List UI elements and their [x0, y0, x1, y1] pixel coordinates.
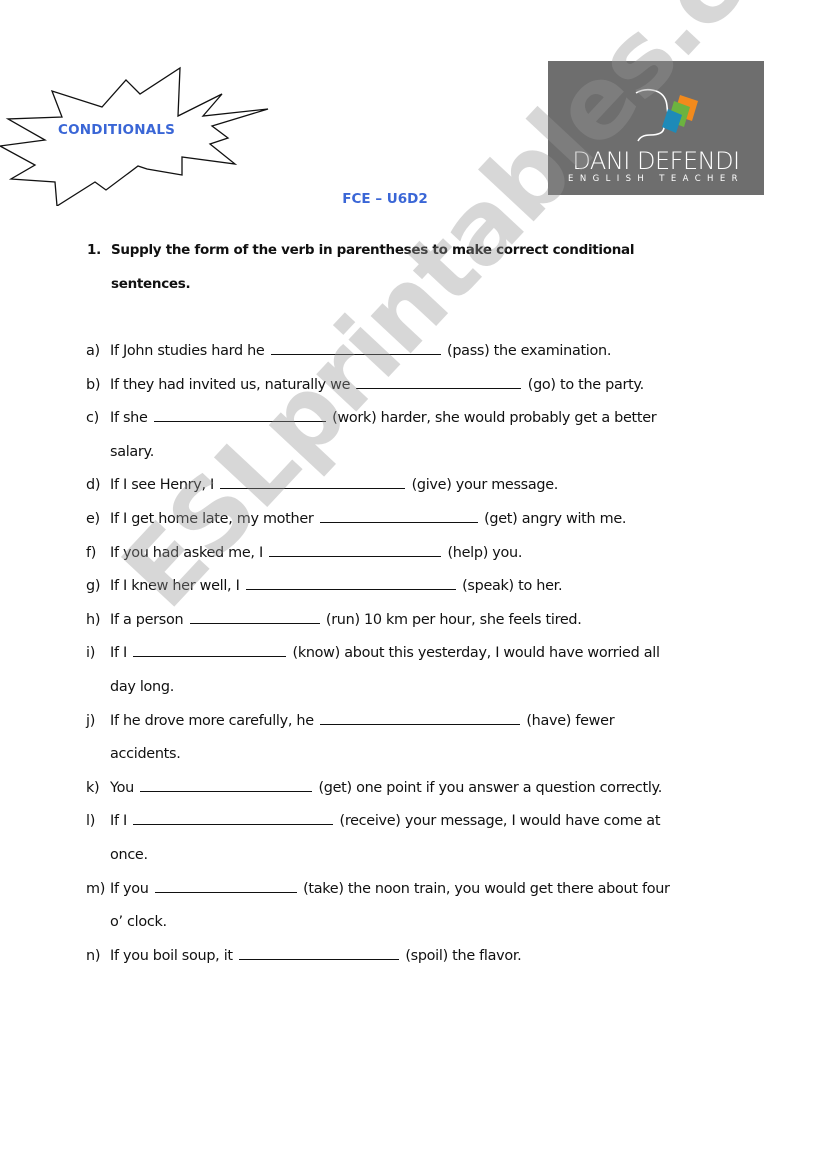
answer-blank[interactable] [269, 542, 442, 557]
answer-blank[interactable] [270, 340, 441, 355]
answer-blank[interactable] [245, 575, 456, 591]
item-letter: h) [86, 611, 101, 628]
item-letter: a) [86, 343, 100, 359]
item-text-before: If I knew her well, I [110, 578, 240, 595]
answer-blank[interactable] [133, 642, 287, 658]
item-text-before: If you had asked me, I [110, 544, 263, 561]
exercise-item: k) You (get) one point if you answer a qu… [86, 772, 726, 806]
exercise-item: b) If they had invited us, naturally we (… [86, 369, 726, 403]
teacher-logo: DANI DEFENDI ENGLISH TEACHER [548, 61, 764, 195]
item-text-before: If I see Henry, I [110, 477, 215, 494]
exercise-item: g) If I knew her well, I (speak) to her. [86, 570, 726, 604]
exercise-instruction: 1. Supply the form of the verb in parenth… [87, 233, 707, 301]
answer-blank[interactable] [189, 609, 320, 624]
item-text-before: If a person [110, 611, 184, 628]
item-text-continued: accidents. [110, 746, 181, 763]
exercise-item: l) If I (receive) your message, I would h… [86, 805, 726, 872]
exercise-items: a) If John studies hard he (pass) the exa… [86, 335, 726, 973]
answer-blank[interactable] [319, 508, 478, 523]
unit-subtitle: FCE – U6D2 [342, 191, 428, 207]
item-text-continued: o’ clock. [110, 914, 167, 931]
item-text-after: (get) one point if you answer a question… [318, 779, 662, 796]
item-letter: n) [86, 947, 101, 964]
item-letter: d) [86, 477, 101, 494]
exercise-number: 1. [87, 242, 101, 258]
item-text-continued: salary. [110, 443, 154, 460]
item-text-before: If she [110, 410, 148, 427]
exercise-item: e) If I get home late, my mother (get) an… [86, 503, 726, 537]
instruction-text: Supply the form of the verb in parenthes… [111, 242, 635, 258]
answer-blank[interactable] [220, 474, 406, 490]
item-text-after: (work) harder, she would probably get a … [332, 410, 657, 427]
exercise-item: h) If a person (run) 10 km per hour, she … [86, 604, 726, 638]
exercise-item: f) If you had asked me, I (help) you. [86, 537, 726, 571]
item-text-after: (take) the noon train, you would get the… [303, 880, 670, 897]
item-text-after: (spoil) the flavor. [405, 947, 522, 964]
item-letter: b) [86, 376, 101, 393]
item-text-before: If they had invited us, naturally we [110, 376, 351, 393]
item-text-before: If you boil soup, it [110, 947, 233, 964]
item-text-before: If I get home late, my mother [110, 510, 314, 527]
item-letter: e) [86, 510, 100, 527]
item-text-continued: once. [110, 846, 148, 863]
exercise-item: n) If you boil soup, it (spoil) the flavo… [86, 940, 726, 974]
item-letter: l) [86, 813, 96, 830]
item-text-after: (receive) your message, I would have com… [339, 813, 661, 830]
item-letter: m) [86, 880, 106, 897]
answer-blank[interactable] [239, 945, 400, 960]
answer-blank[interactable] [140, 777, 313, 792]
item-text-before: If John studies hard he [110, 343, 265, 359]
answer-blank[interactable] [154, 878, 297, 893]
answer-blank[interactable] [320, 710, 521, 725]
item-text-after: (speak) to her. [462, 578, 563, 595]
exercise-item: c) If she (work) harder, she would probab… [86, 402, 726, 469]
item-text-after: (help) you. [447, 544, 523, 561]
item-letter: g) [86, 578, 101, 595]
item-text-before: You [110, 779, 134, 796]
item-text-before: If I [110, 813, 127, 830]
item-text-after: (go) to the party. [527, 376, 644, 393]
item-text-after: (have) fewer [526, 712, 615, 729]
item-text-before: If you [110, 880, 149, 897]
item-letter: j) [86, 712, 96, 729]
item-text-after: (run) 10 km per hour, she feels tired. [325, 611, 582, 628]
worksheet-title: CONDITIONALS [58, 122, 176, 138]
exercise-item: i) If I (know) about this yesterday, I wo… [86, 637, 726, 704]
item-letter: c) [86, 410, 99, 427]
item-letter: i) [86, 645, 96, 662]
exercise-item: a) If John studies hard he (pass) the exa… [86, 335, 726, 369]
logo-name: DANI DEFENDI [572, 147, 740, 175]
answer-blank[interactable] [356, 374, 522, 389]
exercise-item: m) If you (take) the noon train, you woul… [86, 873, 726, 940]
answer-blank[interactable] [153, 407, 326, 423]
item-letter: k) [86, 779, 100, 796]
answer-blank[interactable] [133, 810, 334, 826]
item-text-after: (give) your message. [411, 477, 559, 494]
exercise-item: j) If he drove more carefully, he (have) … [86, 705, 726, 772]
exercise-item: d) If I see Henry, I (give) your message. [86, 469, 726, 503]
logo-tagline: ENGLISH TEACHER [568, 174, 744, 184]
item-text-before: If I [110, 645, 127, 662]
item-text-before: If he drove more carefully, he [110, 712, 314, 729]
item-letter: f) [86, 544, 97, 561]
item-text-after: (pass) the examination. [447, 343, 612, 359]
instruction-text-cont: sentences. [111, 276, 191, 292]
item-text-after: (know) about this yesterday, I would hav… [292, 645, 660, 662]
item-text-continued: day long. [110, 678, 174, 695]
item-text-after: (get) angry with me. [484, 510, 627, 527]
